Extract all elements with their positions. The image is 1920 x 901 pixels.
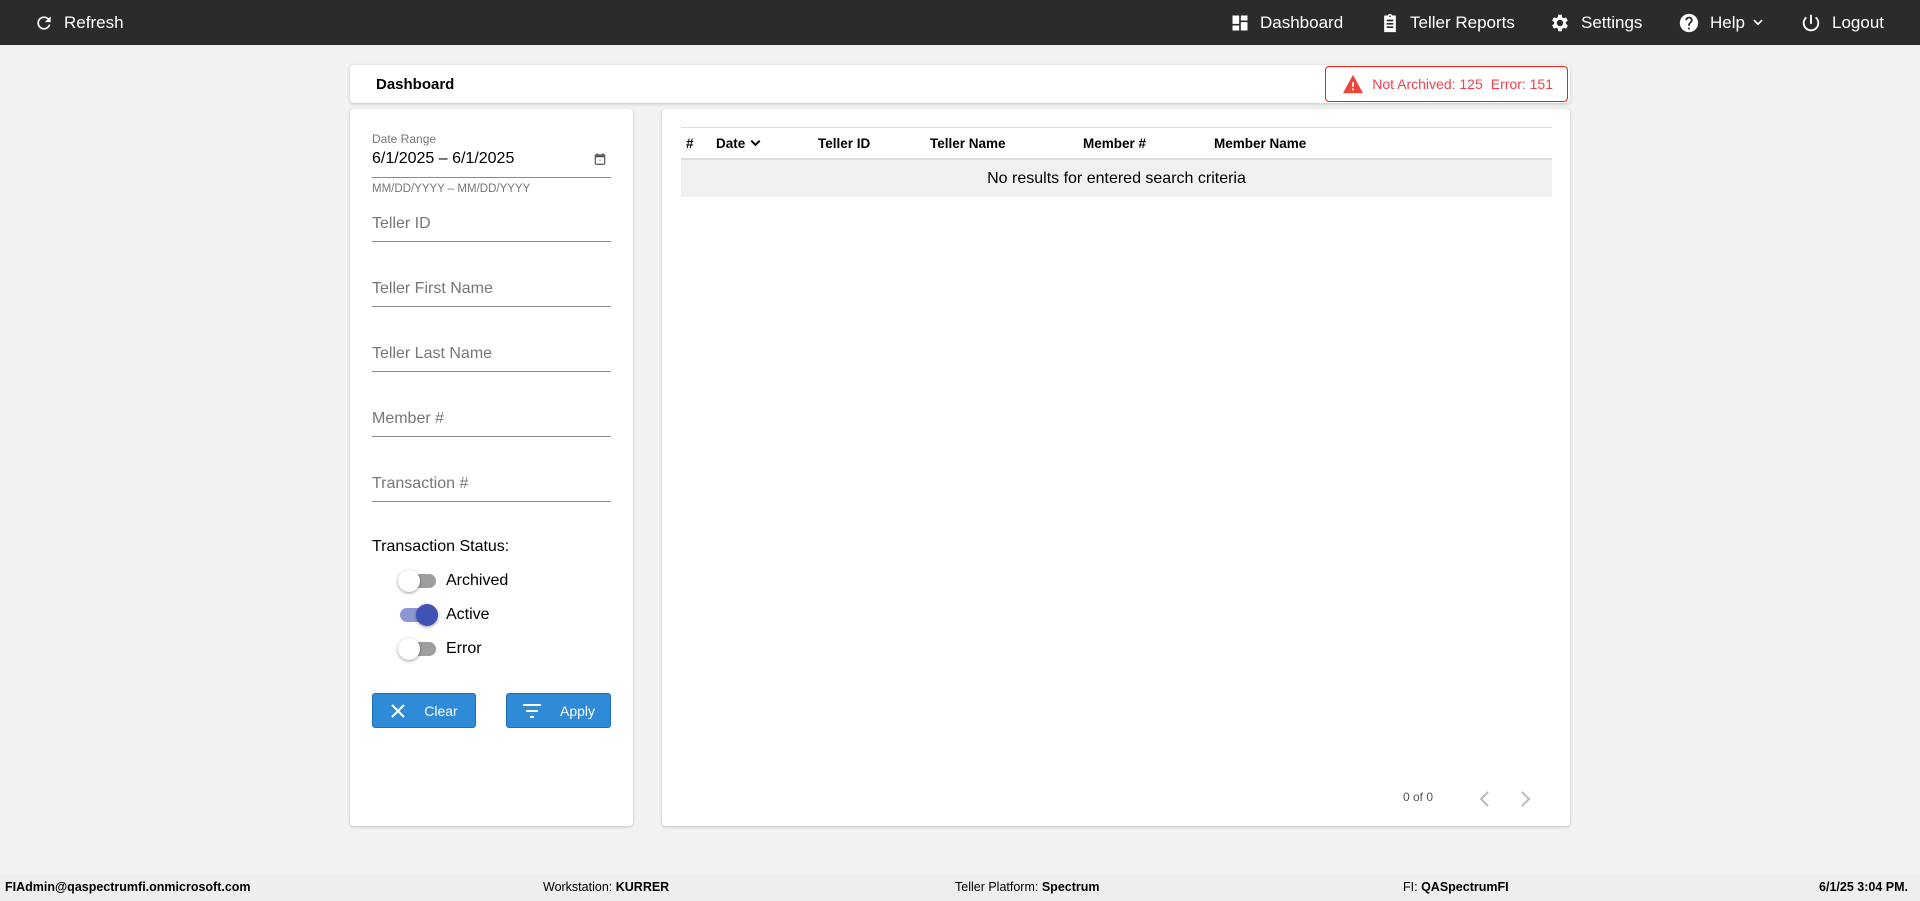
clear-label: Clear xyxy=(424,702,458,719)
nav-settings[interactable]: Settings xyxy=(1549,0,1642,45)
teller-last-name-input[interactable]: Teller Last Name xyxy=(372,345,611,372)
nav-help-label: Help xyxy=(1710,12,1745,32)
member-number-placeholder: Member # xyxy=(372,410,445,427)
close-icon xyxy=(391,703,405,718)
date-range-label: Date Range xyxy=(372,132,437,146)
error-count: Error: 151 xyxy=(1490,76,1553,92)
toggle-active[interactable]: Active xyxy=(400,604,490,626)
col-teller-name: Teller Name xyxy=(930,136,1006,151)
archive-alert-badge[interactable]: Not Archived: 125 Error: 151 xyxy=(1325,66,1568,102)
empty-results-row: No results for entered search criteria xyxy=(681,160,1552,197)
nav-teller-reports-label: Teller Reports xyxy=(1410,12,1515,32)
teller-id-input[interactable]: Teller ID xyxy=(372,215,611,242)
col-date-label: Date xyxy=(716,136,746,151)
apply-button[interactable]: Apply xyxy=(506,693,611,728)
apply-label: Apply xyxy=(559,702,596,719)
page-title: Dashboard xyxy=(376,76,455,93)
toggle-archived[interactable]: Archived xyxy=(398,570,509,592)
filter-panel: Date Range 6/1/2025 – 6/1/2025 MM/DD/YYY… xyxy=(350,109,633,826)
teller-first-name-placeholder: Teller First Name xyxy=(372,280,493,297)
col-member-name: Member Name xyxy=(1214,136,1307,151)
footer-platform: Teller Platform: Spectrum xyxy=(955,880,1100,894)
gear-icon xyxy=(1552,14,1568,31)
footer-datetime: 6/1/25 3:04 PM. xyxy=(1819,880,1908,894)
fi-label: FI: xyxy=(1403,880,1418,894)
table-header: # Date Teller ID Teller Name Member # Me… xyxy=(681,127,1552,160)
footer-user: FIAdmin@qaspectrumfi.onmicrosoft.com xyxy=(5,880,251,894)
toggle-error[interactable]: Error xyxy=(398,638,482,660)
nav-teller-reports[interactable]: Teller Reports xyxy=(1380,0,1515,45)
filter-icon xyxy=(522,703,541,718)
footer-workstation: Workstation: KURRER xyxy=(543,880,669,894)
top-navbar: Refresh Dashboard Teller Reports Setting… xyxy=(0,0,1920,45)
platform-value: Spectrum xyxy=(1041,880,1100,894)
teller-first-name-input[interactable]: Teller First Name xyxy=(372,280,611,307)
fi-value: QASpectrumFI xyxy=(1421,880,1509,894)
status-footer: FIAdmin@qaspectrumfi.onmicrosoft.com Wor… xyxy=(0,874,1920,901)
date-range-field[interactable]: Date Range 6/1/2025 – 6/1/2025 xyxy=(372,132,611,178)
chevron-down-icon xyxy=(1753,19,1763,25)
nav-help[interactable]: Help xyxy=(1678,0,1765,45)
workstation-value: KURRER xyxy=(615,880,670,894)
refresh-button[interactable]: Refresh xyxy=(34,0,124,45)
refresh-label: Refresh xyxy=(64,12,124,32)
clipboard-icon xyxy=(1384,13,1396,32)
power-icon xyxy=(1802,14,1820,31)
nav-dashboard[interactable]: Dashboard xyxy=(1230,0,1343,45)
teller-last-name-placeholder: Teller Last Name xyxy=(372,345,493,362)
help-icon xyxy=(1679,13,1699,32)
results-panel: # Date Teller ID Teller Name Member # Me… xyxy=(662,109,1570,826)
nav-settings-label: Settings xyxy=(1581,12,1643,32)
toggle-active-label: Active xyxy=(446,606,490,623)
footer-fi: FI: QASpectrumFI xyxy=(1403,880,1509,894)
platform-label: Teller Platform: xyxy=(955,880,1039,894)
toggle-archived-label: Archived xyxy=(446,572,509,589)
col-number: # xyxy=(686,136,694,151)
prev-page-icon[interactable] xyxy=(1478,790,1492,808)
date-format-hint: MM/DD/YYYY – MM/DD/YYYY xyxy=(372,183,531,195)
col-teller-id: Teller ID xyxy=(818,136,871,151)
workstation-label: Workstation: xyxy=(543,880,613,894)
date-range-value: 6/1/2025 – 6/1/2025 xyxy=(372,150,515,167)
col-date[interactable]: Date xyxy=(716,136,762,151)
next-page-icon[interactable] xyxy=(1518,790,1532,808)
calendar-icon[interactable] xyxy=(593,152,607,166)
col-member-number: Member # xyxy=(1083,136,1147,151)
transaction-number-input[interactable]: Transaction # xyxy=(372,475,611,502)
not-archived-count: Not Archived: 125 xyxy=(1372,76,1483,92)
teller-id-placeholder: Teller ID xyxy=(372,215,431,232)
nav-logout[interactable]: Logout xyxy=(1800,0,1884,45)
pagination-range: 0 of 0 xyxy=(1403,790,1434,804)
transaction-number-placeholder: Transaction # xyxy=(372,475,469,492)
dashboard-icon xyxy=(1232,15,1248,30)
nav-logout-label: Logout xyxy=(1832,12,1884,32)
toggle-error-label: Error xyxy=(446,640,482,657)
refresh-icon xyxy=(37,15,51,30)
member-number-input[interactable]: Member # xyxy=(372,410,611,437)
sort-desc-icon xyxy=(750,139,761,147)
transaction-status-label: Transaction Status: xyxy=(372,538,510,555)
page-header: Dashboard Not Archived: 125 Error: 151 xyxy=(350,65,1570,103)
warning-icon xyxy=(1343,74,1364,94)
clear-button[interactable]: Clear xyxy=(372,693,476,728)
nav-dashboard-label: Dashboard xyxy=(1260,12,1344,32)
